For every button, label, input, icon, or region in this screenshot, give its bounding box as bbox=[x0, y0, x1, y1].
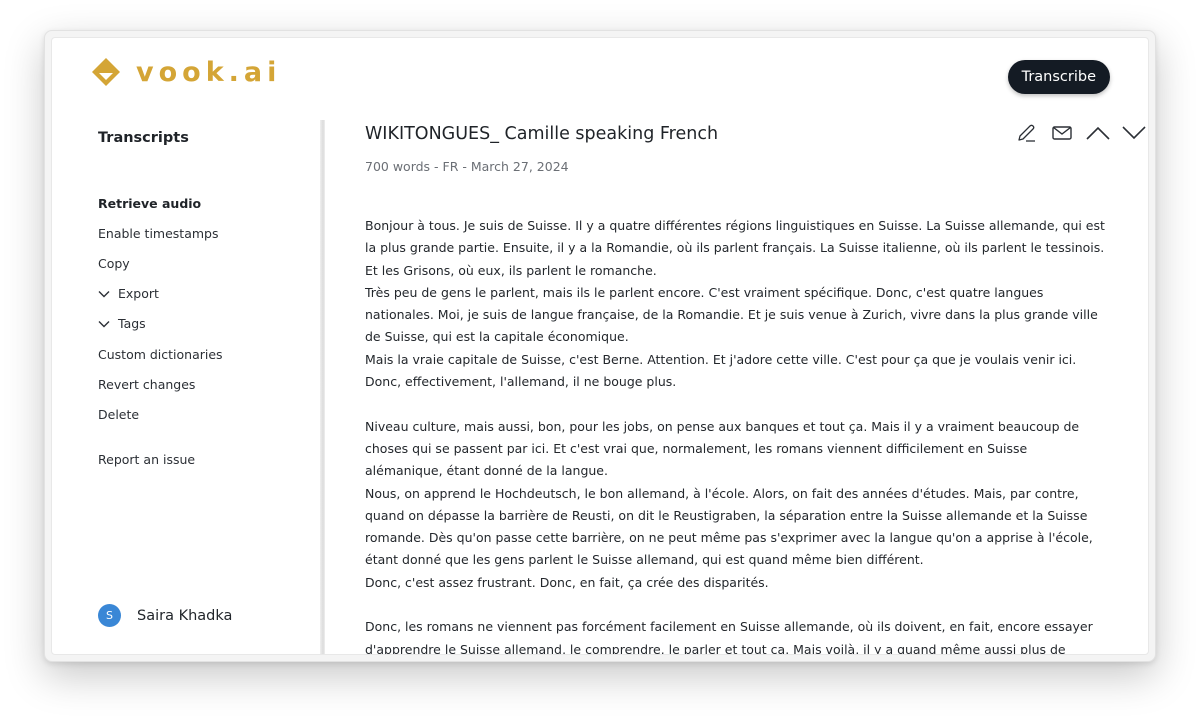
menu-item-retrieve-audio[interactable]: Retrieve audio bbox=[98, 188, 223, 218]
sidebar-menu: Retrieve audio Enable timestamps Copy Ex… bbox=[98, 188, 223, 475]
menu-item-export[interactable]: Export bbox=[98, 279, 223, 309]
menu-item-label: Enable timestamps bbox=[98, 225, 219, 241]
sidebar-title: Transcripts bbox=[98, 130, 189, 146]
chevron-down-icon bbox=[98, 317, 112, 331]
transcript-panel: WIKITONGUES_ Camille speaking French 700… bbox=[365, 118, 1146, 655]
transcript-text[interactable]: Bonjour à tous. Je suis de Suisse. Il y … bbox=[365, 215, 1105, 655]
menu-item-label: Revert changes bbox=[98, 376, 196, 392]
logo[interactable]: vook.ai bbox=[90, 56, 281, 88]
transcript-paragraph: Bonjour à tous. Je suis de Suisse. Il y … bbox=[365, 215, 1105, 393]
user-name: Saira Khadka bbox=[137, 607, 233, 624]
transcript-line: Donc, c'est assez frustrant. Donc, en fa… bbox=[365, 574, 769, 590]
menu-item-report-issue[interactable]: Report an issue bbox=[98, 445, 223, 475]
menu-item-label: Custom dictionaries bbox=[98, 346, 223, 362]
next-button[interactable] bbox=[1121, 122, 1147, 148]
menu-item-enable-timestamps[interactable]: Enable timestamps bbox=[98, 218, 223, 248]
mail-icon bbox=[1051, 124, 1073, 146]
transcript-line: Niveau culture, mais aussi, bon, pour le… bbox=[365, 418, 1080, 479]
app-window: vook.ai Transcribe Transcripts Retrieve … bbox=[51, 37, 1149, 655]
edit-button[interactable] bbox=[1013, 122, 1039, 148]
chevron-down-icon bbox=[1121, 125, 1147, 145]
document-toolbar bbox=[1013, 122, 1147, 148]
menu-item-copy[interactable]: Copy bbox=[98, 248, 223, 278]
menu-spacer bbox=[98, 430, 223, 445]
email-button[interactable] bbox=[1049, 122, 1075, 148]
transcript-line: Mais la vraie capitale de Suisse, c'est … bbox=[365, 351, 1077, 390]
menu-item-delete[interactable]: Delete bbox=[98, 399, 223, 429]
document-meta: 700 words - FR - March 27, 2024 bbox=[365, 159, 569, 174]
previous-button[interactable] bbox=[1085, 122, 1111, 148]
sidebar: Transcripts Retrieve audio Enable timest… bbox=[52, 118, 324, 654]
avatar: S bbox=[98, 604, 121, 627]
menu-item-label: Delete bbox=[98, 406, 140, 422]
user-profile[interactable]: S Saira Khadka bbox=[98, 604, 232, 627]
chevron-down-icon bbox=[98, 287, 112, 301]
menu-item-label: Report an issue bbox=[98, 452, 196, 468]
menu-item-label: Export bbox=[118, 286, 159, 302]
menu-item-tags[interactable]: Tags bbox=[98, 309, 223, 339]
chevron-up-icon bbox=[1085, 125, 1111, 145]
diamond-logo-icon bbox=[90, 56, 122, 88]
transcript-line: Très peu de gens le parlent, mais ils le… bbox=[365, 284, 1098, 345]
transcript-paragraph: Donc, les romans ne viennent pas forcéme… bbox=[365, 616, 1105, 655]
transcript-paragraph: Niveau culture, mais aussi, bon, pour le… bbox=[365, 416, 1105, 594]
transcript-line: Nous, on apprend le Hochdeutsch, le bon … bbox=[365, 485, 1093, 568]
menu-item-revert-changes[interactable]: Revert changes bbox=[98, 369, 223, 399]
sidebar-divider bbox=[320, 120, 325, 654]
transcript-line: Bonjour à tous. Je suis de Suisse. Il y … bbox=[365, 218, 1105, 278]
transcript-line: Donc, les romans ne viennent pas forcéme… bbox=[365, 619, 1093, 655]
menu-item-label: Copy bbox=[98, 255, 130, 271]
document-title: WIKITONGUES_ Camille speaking French bbox=[365, 124, 719, 144]
menu-item-custom-dictionaries[interactable]: Custom dictionaries bbox=[98, 339, 223, 369]
menu-item-label: Tags bbox=[118, 316, 146, 332]
logo-text: vook.ai bbox=[136, 56, 282, 88]
menu-item-label: Retrieve audio bbox=[98, 195, 202, 211]
pencil-icon bbox=[1015, 122, 1037, 148]
transcribe-button[interactable]: Transcribe bbox=[1007, 60, 1110, 94]
